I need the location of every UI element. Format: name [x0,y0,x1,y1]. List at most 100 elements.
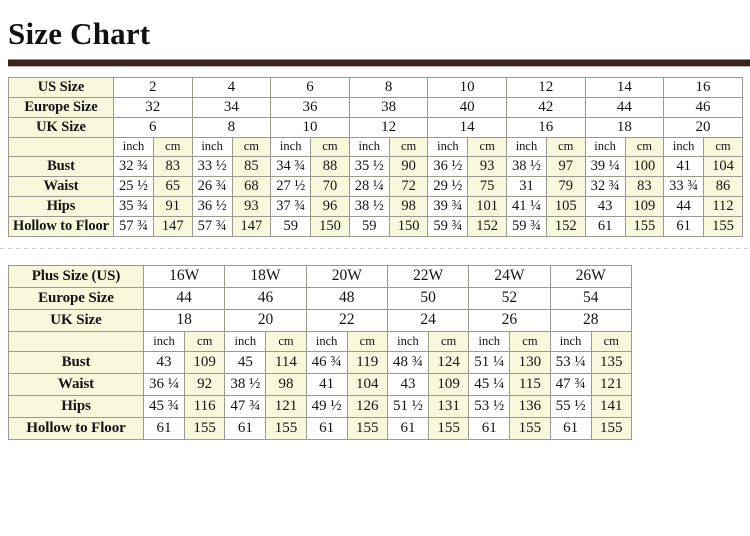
cell-hips-cm-4: 98 [388,195,429,217]
cell-uk-size-4: 12 [348,116,429,138]
plus-cell-bust-cm-3: 119 [346,350,388,374]
plus-cell-hollow-cm-4: 155 [427,416,470,440]
cell-bust-cm-2: 85 [231,155,272,177]
row-label-units-blank [8,136,114,157]
cell-hips-inch-8: 44 [663,195,705,217]
plus-cell-waist-cm-3: 104 [346,372,388,396]
plus-cell-size-5: 24W [468,264,551,288]
cell-hollow-cm-8: 155 [703,215,743,237]
plus-cell-size-2: 18W [224,264,307,288]
row-label-hollow-to-floor: Hollow to Floor [8,215,114,237]
cell-us-size-2: 4 [191,76,272,98]
cell-hollow-inch-4: 59 [348,215,390,237]
cell-waist-cm-3: 70 [310,175,350,197]
plus-cell-eu-4: 50 [386,286,470,310]
cell-bust-inch-1: 32 ¾ [113,155,154,177]
plus-unit-header-inch-3: inch [305,330,348,352]
row-label-bust: Bust [8,155,114,177]
plus-table-row-hollow-to-floor: Hollow to Floor 61 155 61 155 61 155 61 … [8,416,632,440]
plus-cell-hollow-inch-6: 61 [549,416,592,440]
cell-waist-inch-8: 33 ¾ [663,175,705,197]
plus-unit-header-inch-2: inch [224,330,267,352]
plus-cell-hips-cm-5: 136 [509,394,551,418]
plus-unit-header-cm-2: cm [265,330,307,352]
cell-uk-size-3: 10 [270,116,350,138]
row-label-hips: Hips [8,195,114,217]
plus-size-table: Plus Size (US) 16W 18W 20W 22W 24W 26W E… [8,264,632,440]
plus-cell-bust-cm-5: 130 [509,350,551,374]
cell-eu-size-2: 34 [191,96,272,118]
plus-cell-bust-inch-6: 53 ¼ [549,350,592,374]
plus-cell-uk-4: 24 [386,308,470,332]
unit-header-inch-3: inch [270,136,312,157]
cell-bust-inch-8: 41 [663,155,705,177]
cell-bust-cm-7: 100 [624,155,665,177]
plus-cell-hollow-cm-2: 155 [265,416,307,440]
plus-unit-header-inch-1: inch [143,330,185,352]
plus-cell-uk-5: 26 [468,308,551,332]
plus-unit-header-inch-6: inch [549,330,592,352]
plus-cell-hollow-inch-4: 61 [386,416,429,440]
plus-cell-eu-3: 48 [305,286,388,310]
cell-hollow-inch-3: 59 [270,215,312,237]
cell-waist-inch-7: 32 ¾ [584,175,626,197]
plus-cell-size-4: 22W [386,264,470,288]
plus-cell-uk-2: 20 [224,308,307,332]
plus-cell-bust-inch-4: 48 ¾ [386,350,429,374]
cell-eu-size-6: 42 [505,96,586,118]
cell-hollow-inch-1: 57 ¾ [113,215,154,237]
cell-eu-size-3: 36 [270,96,350,118]
plus-row-label-europe-size: Europe Size [8,286,144,310]
plus-cell-waist-inch-6: 47 ¾ [549,372,592,396]
title-divider-rule [8,57,750,67]
cell-hollow-cm-2: 147 [231,215,272,237]
cell-hollow-inch-2: 57 ¾ [191,215,233,237]
cell-hips-inch-2: 36 ½ [191,195,233,217]
cell-hips-inch-7: 43 [584,195,626,217]
plus-unit-header-cm-3: cm [346,330,388,352]
plus-unit-header-cm-5: cm [509,330,551,352]
cell-bust-inch-6: 38 ½ [505,155,547,177]
cell-uk-size-5: 14 [427,116,507,138]
cell-bust-inch-3: 34 ¾ [270,155,312,177]
plus-row-label-bust: Bust [8,350,144,374]
plus-cell-bust-inch-1: 43 [143,350,185,374]
plus-cell-waist-cm-1: 92 [183,372,226,396]
plus-cell-hips-inch-2: 47 ¾ [224,394,267,418]
cell-hips-inch-1: 35 ¾ [113,195,154,217]
plus-cell-hollow-cm-6: 155 [590,416,632,440]
plus-cell-hips-inch-3: 49 ½ [305,394,348,418]
page-title: Size Chart [8,16,151,51]
plus-cell-size-6: 26W [549,264,632,288]
cell-uk-size-6: 16 [505,116,586,138]
plus-cell-hollow-inch-3: 61 [305,416,348,440]
plus-cell-uk-6: 28 [549,308,632,332]
plus-cell-waist-inch-1: 36 ¼ [143,372,185,396]
unit-header-cm-8: cm [703,136,743,157]
plus-cell-bust-inch-5: 51 ¼ [468,350,511,374]
unit-header-cm-6: cm [545,136,586,157]
cell-us-size-7: 14 [584,76,665,98]
table-row-units: inch cm inch cm inch cm inch cm inch cm … [8,136,743,157]
cell-waist-cm-6: 79 [545,175,586,197]
unit-header-inch-4: inch [348,136,390,157]
plus-cell-waist-inch-4: 43 [386,372,429,396]
plus-row-label-uk-size: UK Size [8,308,144,332]
cell-hollow-inch-8: 61 [663,215,705,237]
plus-table-row-waist: Waist 36 ¼ 92 38 ½ 98 41 104 43 109 45 ¼… [8,372,632,396]
cell-bust-inch-7: 39 ¼ [584,155,626,177]
cell-bust-inch-2: 33 ½ [191,155,233,177]
cell-waist-inch-2: 26 ¾ [191,175,233,197]
cell-hollow-cm-7: 155 [624,215,665,237]
cell-hips-inch-4: 38 ½ [348,195,390,217]
table-row-uk-size: UK Size 6 8 10 12 14 16 18 20 [8,116,743,138]
plus-cell-uk-3: 22 [305,308,388,332]
standard-size-table: US Size 2 4 6 8 10 12 14 16 Europe Size … [8,76,743,237]
cell-bust-cm-5: 93 [467,155,507,177]
plus-cell-eu-6: 54 [549,286,632,310]
cell-hips-cm-6: 105 [545,195,586,217]
cell-hips-inch-6: 41 ¼ [505,195,547,217]
cell-waist-cm-2: 68 [231,175,272,197]
cell-eu-size-4: 38 [348,96,429,118]
cell-bust-cm-6: 97 [545,155,586,177]
